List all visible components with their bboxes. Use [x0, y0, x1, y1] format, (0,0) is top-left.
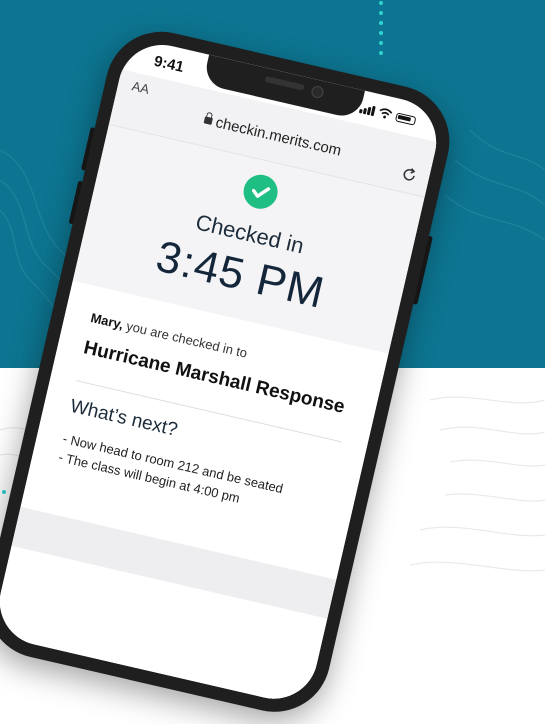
lock-icon: [203, 116, 213, 125]
speaker-grille: [264, 75, 305, 91]
status-icons: [358, 102, 417, 126]
wifi-icon: [379, 108, 393, 119]
signal-icon: [358, 103, 376, 117]
reload-icon[interactable]: [400, 165, 419, 184]
user-name: Mary,: [89, 310, 125, 333]
battery-icon: [394, 112, 417, 126]
next-steps-list: - Now head to room 212 and be seated - T…: [57, 429, 285, 517]
checkmark-circle-icon: [240, 171, 281, 213]
status-time: 9:41: [152, 52, 186, 77]
front-camera: [310, 84, 325, 100]
dotted-line-vertical: [379, 1, 383, 55]
